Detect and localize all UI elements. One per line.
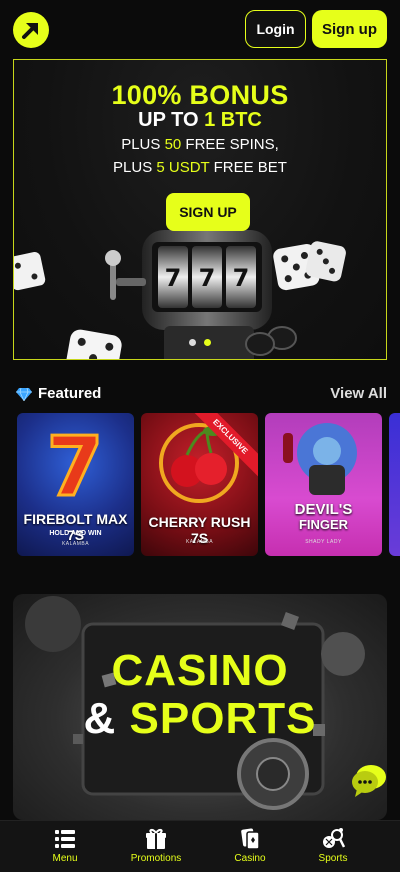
game-provider: KALAMBA [185, 539, 214, 545]
svg-text:7: 7 [233, 264, 250, 292]
featured-title: Featured [38, 385, 102, 402]
nav-item-casino[interactable]: Casino [210, 827, 290, 864]
sports-icon [323, 828, 345, 848]
game-title-line2: FINGER [298, 517, 349, 532]
nav-label: Casino [234, 853, 266, 864]
game-card[interactable]: EXCLUSIVE CHERRY RUSH 7S KALAMBA [141, 413, 258, 556]
game-title: FIREBOLT MAX 7S [23, 511, 128, 543]
promo-line-sports: & SPORTS [83, 694, 317, 743]
app-root: Login Sign up 100% BONUS UP TO 1 BTC PLU… [0, 0, 400, 872]
promo-line-casino: CASINO [111, 646, 289, 695]
game-title-line1: DEVIL'S [294, 501, 353, 518]
bottom-nav: Menu Promotions Casino Sports [0, 820, 400, 872]
nav-label: Promotions [130, 853, 182, 864]
bonus-banner[interactable]: 100% BONUS UP TO 1 BTC PLUS 50 FREE SPIN… [13, 59, 387, 360]
live-chat-icon[interactable] [351, 763, 387, 799]
game-thumbnail [159, 423, 239, 503]
casino-sports-promo[interactable]: CASINO & SPORTS [13, 594, 387, 820]
brand-logo-icon[interactable] [13, 12, 49, 48]
game-card[interactable] [389, 413, 400, 556]
top-header: Login Sign up [0, 0, 400, 58]
banner-subtitle: UP TO 1 BTC [138, 109, 262, 131]
cards-icon [241, 828, 260, 850]
nav-item-sports[interactable]: Sports [293, 827, 373, 864]
featured-header: Featured View All [16, 383, 387, 405]
svg-text:7: 7 [165, 264, 182, 292]
game-card[interactable]: 7 FIREBOLT MAX 7S HOLD AND WIN KALAMBA [17, 413, 134, 556]
banner-signup-button[interactable]: SIGN UP [166, 193, 250, 231]
menu-icon [55, 830, 75, 848]
banner-line-spins: PLUS 50 FREE SPINS, [121, 136, 279, 153]
view-all-link[interactable]: View All [330, 385, 387, 402]
featured-carousel[interactable]: 7 FIREBOLT MAX 7S HOLD AND WIN KALAMBA E… [17, 413, 400, 556]
carousel-dot-active[interactable] [204, 339, 211, 346]
carousel-dot[interactable] [189, 339, 196, 346]
game-thumbnail [283, 423, 357, 495]
game-thumbnail: 7 [45, 419, 105, 517]
game-provider: KALAMBA [61, 541, 90, 547]
gift-icon [146, 828, 166, 849]
arrow-up-right-icon [22, 23, 38, 39]
svg-text:7: 7 [46, 420, 103, 513]
game-card[interactable]: DEVIL'S FINGER SHADY LADY [265, 413, 382, 556]
game-provider: SHADY LADY [305, 539, 342, 545]
banner-line-bet: PLUS 5 USDT FREE BET [113, 159, 287, 176]
nav-label: Sports [318, 853, 348, 864]
login-button[interactable]: Login [245, 10, 306, 48]
game-tagline: HOLD AND WIN [49, 530, 102, 537]
svg-text:7: 7 [199, 264, 216, 292]
carousel-dots [189, 339, 211, 346]
nav-label: Menu [52, 853, 78, 864]
diamond-icon [16, 387, 32, 401]
signup-button[interactable]: Sign up [312, 10, 387, 48]
nav-item-promotions[interactable]: Promotions [116, 827, 196, 864]
nav-item-menu[interactable]: Menu [25, 827, 105, 864]
banner-title: 100% BONUS [111, 80, 289, 110]
